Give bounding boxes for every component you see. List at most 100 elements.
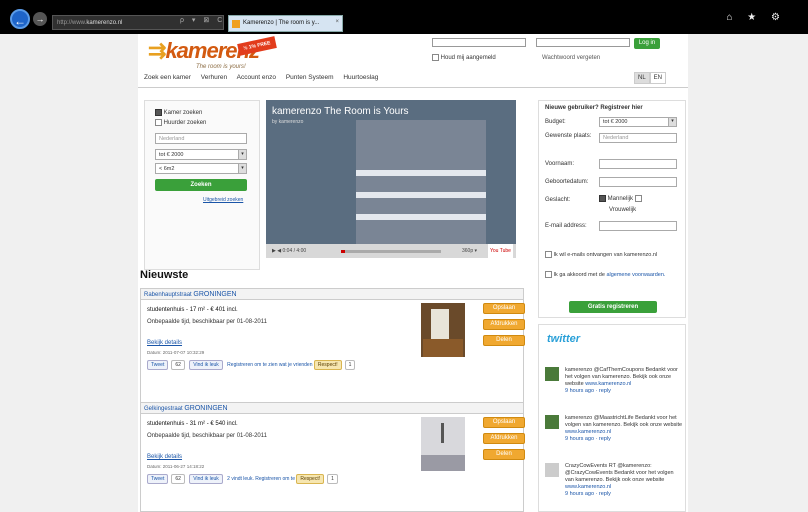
- register-button[interactable]: Gratis registreren: [569, 301, 657, 313]
- lang-en[interactable]: EN: [649, 72, 667, 84]
- advanced-search-link[interactable]: Uitgebreid zoeken: [203, 197, 243, 203]
- listing-title: studentenhuis - 31 m² - € 540 incl.: [147, 421, 238, 427]
- email-input[interactable]: [599, 221, 677, 231]
- optin-label: Ik wil e-mails ontvangen van kamerenzo.n…: [553, 251, 658, 258]
- tweet-link[interactable]: www.kamerenzo.nl: [565, 484, 611, 490]
- search-button[interactable]: Zoeken: [155, 179, 247, 191]
- listing-header[interactable]: Rabenhauptstraat GRONINGEN: [141, 289, 523, 300]
- language-switch: NL EN: [634, 72, 667, 84]
- radio-huurder-zoeken[interactable]: Huurder zoeken: [155, 119, 206, 126]
- city-input[interactable]: Nederland: [599, 133, 677, 143]
- remember-checkbox[interactable]: [432, 54, 439, 61]
- lang-nl[interactable]: NL: [634, 72, 650, 84]
- print-button[interactable]: Afdrukken: [483, 433, 525, 444]
- tweet-link[interactable]: www.kamerenzo.nl: [565, 429, 611, 435]
- female-label[interactable]: Vrouwelijk: [609, 207, 636, 213]
- tweet-button[interactable]: Tweet: [147, 474, 169, 484]
- nav-punten-systeem[interactable]: Punten Systeem: [286, 74, 334, 81]
- tab-title: Kamerenzo | The room is y...: [243, 20, 320, 26]
- listing-social: Tweet 62 Vind ik leuk Registreren om te z…: [147, 360, 358, 370]
- tweet-meta[interactable]: 9 hours ago · reply: [565, 491, 611, 497]
- tweet-button[interactable]: Tweet: [147, 360, 169, 370]
- birthdate-label: Geboortedatum:: [545, 179, 589, 185]
- listing-date: Datum: 2011-06-27 14:18:22: [147, 464, 205, 469]
- share-button[interactable]: Delen: [483, 449, 525, 460]
- listing-street[interactable]: Gelkingestraat: [144, 406, 183, 412]
- play-icon[interactable]: ▶: [272, 248, 276, 254]
- listing-details-link[interactable]: Bekijk details: [147, 454, 182, 460]
- twitter-logo[interactable]: twitter: [547, 333, 580, 345]
- browser-tools-icons[interactable]: ⌂ ★ ⚙: [726, 12, 786, 23]
- tagline: The room is yours!: [196, 64, 246, 70]
- video-title[interactable]: kamerenzo The Room is Yours: [272, 106, 409, 117]
- tab-close-icon[interactable]: ×: [335, 19, 339, 25]
- progress-handle[interactable]: [341, 250, 345, 253]
- fb-text[interactable]: Registreren om te zien wat je vrienden: [227, 362, 312, 368]
- listing-photo[interactable]: [421, 303, 465, 357]
- avatar[interactable]: [545, 463, 559, 477]
- print-button[interactable]: Afdrukken: [483, 319, 525, 330]
- respect-button[interactable]: Respect!: [296, 474, 325, 484]
- firstname-input[interactable]: [599, 159, 677, 169]
- optin-checkbox[interactable]: [545, 251, 552, 258]
- birthdate-input[interactable]: [599, 177, 677, 187]
- like-button[interactable]: Vind ik leuk: [189, 360, 223, 370]
- terms-checkbox[interactable]: [545, 271, 552, 278]
- radio-female[interactable]: [634, 195, 642, 202]
- save-button[interactable]: Opslaan: [483, 303, 525, 314]
- email-optin[interactable]: Ik wil e-mails ontvangen van kamerenzo.n…: [545, 251, 681, 258]
- avatar[interactable]: [545, 367, 559, 381]
- nav-huurtoeslag[interactable]: Huurtoeslag: [343, 74, 378, 81]
- video-controls: ▶ ◀ 0:04 / 4:00 360p ▾ You Tube: [266, 244, 516, 258]
- listing-header[interactable]: Gelkingestraat GRONINGEN: [141, 403, 523, 414]
- budget-select[interactable]: tot € 2000 ▾: [599, 117, 677, 127]
- nav-verhuren[interactable]: Verhuren: [201, 74, 227, 81]
- youtube-logo[interactable]: You Tube: [488, 244, 513, 258]
- nav-account-enzo[interactable]: Account enzo: [237, 74, 276, 81]
- save-button[interactable]: Opslaan: [483, 417, 525, 428]
- video-player[interactable]: kamerenzo The Room is Yours by kamerenzo…: [266, 100, 516, 258]
- price-select[interactable]: tot € 2000 ▾: [155, 149, 247, 160]
- gender-male[interactable]: Mannelijk: [599, 195, 642, 202]
- radio-kamer[interactable]: [155, 109, 162, 116]
- header-divider: [138, 87, 688, 88]
- radio-huurder[interactable]: [155, 119, 162, 126]
- volume-icon[interactable]: ◀: [277, 248, 281, 254]
- forgot-password-link[interactable]: Wachtwoord vergeten: [542, 55, 600, 61]
- tweet-meta[interactable]: 9 hours ago · reply: [565, 388, 611, 394]
- remember-me[interactable]: Houd mij aangemeld: [432, 54, 496, 61]
- radio-male[interactable]: [599, 195, 606, 202]
- listing-photo[interactable]: [421, 417, 465, 471]
- back-icon[interactable]: ←: [10, 9, 30, 29]
- tweet-text: kamerenzo @MaastrichtLife Bedankt voor h…: [565, 415, 683, 428]
- listing-card: Rabenhauptstraat GRONINGEN studentenhuis…: [140, 288, 525, 404]
- share-button[interactable]: Delen: [483, 335, 525, 346]
- video-progress[interactable]: [341, 250, 441, 253]
- password-input[interactable]: [536, 38, 630, 47]
- nav-zoek-een-kamer[interactable]: Zoek een kamer: [144, 74, 191, 81]
- forward-icon[interactable]: →: [33, 12, 47, 26]
- listing-details-link[interactable]: Bekijk details: [147, 340, 182, 346]
- listing-city[interactable]: GRONINGEN: [193, 291, 236, 298]
- fb-text[interactable]: 2 vindt leuk. Registreren om te: [227, 476, 295, 482]
- radio-kamer-zoeken[interactable]: Kamer zoeken: [155, 109, 202, 116]
- avatar[interactable]: [545, 415, 559, 429]
- like-button[interactable]: Vind ik leuk: [189, 474, 223, 484]
- tweet-link[interactable]: www.kamerenzo.nl: [585, 381, 631, 387]
- listing-street[interactable]: Rabenhauptstraat: [144, 292, 192, 298]
- tweet-meta[interactable]: 9 hours ago · reply: [565, 436, 611, 442]
- main-nav: Zoek een kamer Verhuren Account enzo Pun…: [144, 74, 386, 81]
- browser-toolbar: ← → http://www.kamerenzo.nl ρ ▾ ⊠ C ✕ Ka…: [0, 0, 808, 34]
- username-input[interactable]: [432, 38, 526, 47]
- login-button[interactable]: Log in: [634, 38, 660, 49]
- quality-select[interactable]: 360p ▾: [462, 244, 477, 258]
- city-label: Gewenste plaats:: [545, 133, 592, 139]
- respect-button[interactable]: Respect!: [313, 360, 342, 370]
- country-input[interactable]: Nederland: [155, 133, 247, 144]
- size-select[interactable]: < 6m2 ▾: [155, 163, 247, 174]
- listing-city[interactable]: GRONINGEN: [184, 405, 227, 412]
- terms-agree[interactable]: Ik ga akkoord met de algemene voorwaarde…: [545, 271, 681, 278]
- tab-kamerenzo[interactable]: Kamerenzo | The room is y... ×: [228, 15, 343, 32]
- terms-link[interactable]: algemene voorwaarden.: [606, 272, 665, 278]
- url-host: kamerenzo.nl: [86, 20, 123, 26]
